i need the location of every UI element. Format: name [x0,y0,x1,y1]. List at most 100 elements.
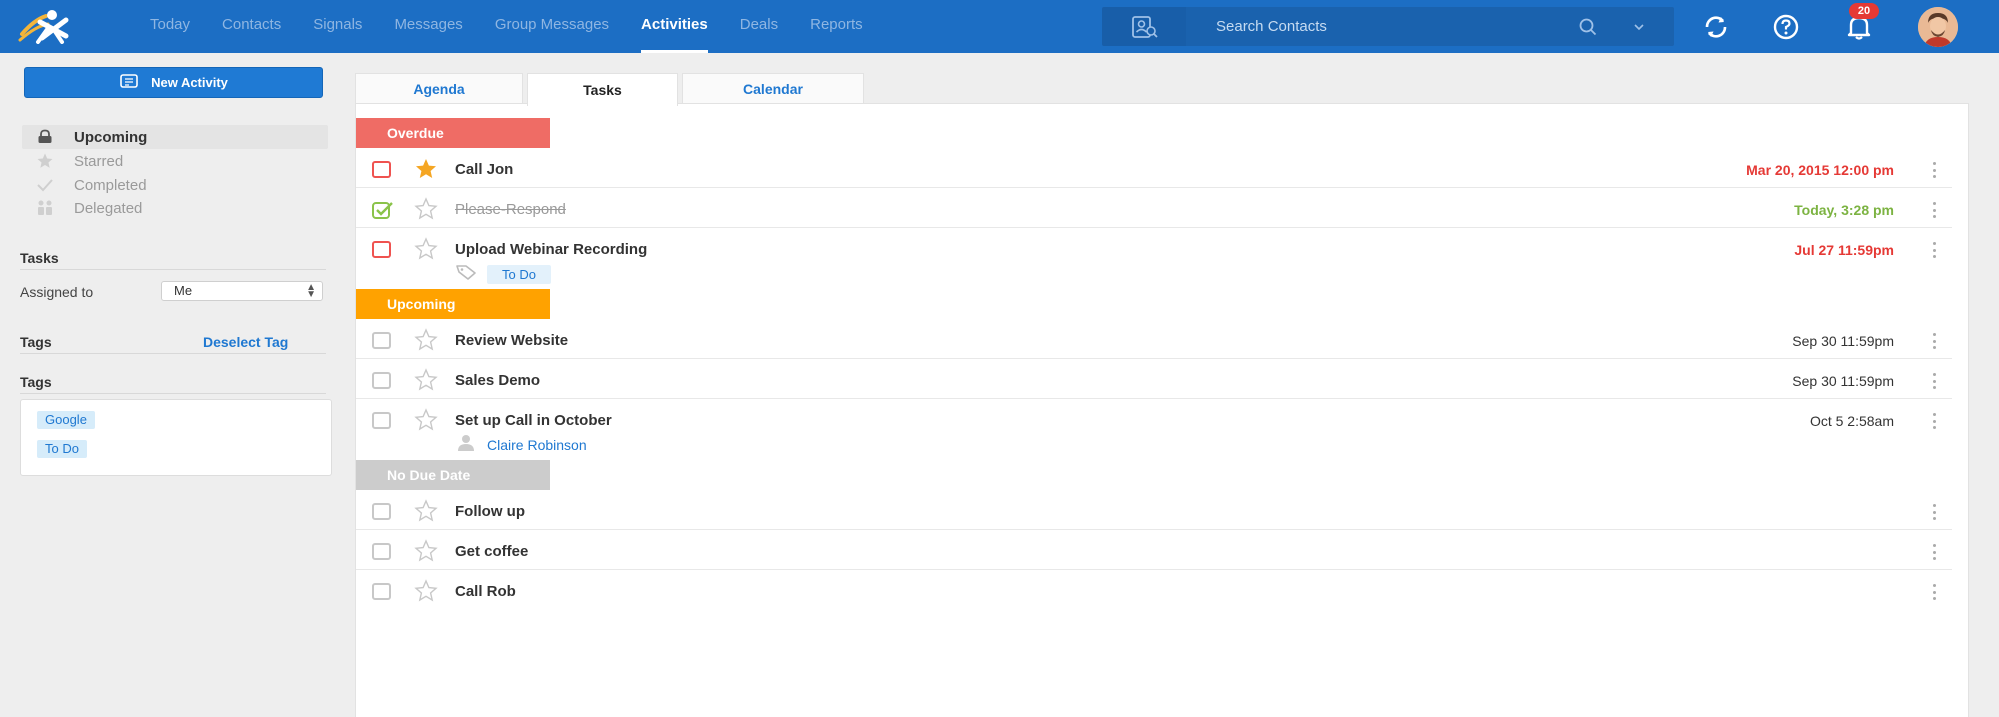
star-outline-icon[interactable] [414,328,438,352]
task-checkbox[interactable] [372,241,391,258]
chevron-down-icon[interactable] [1633,20,1645,38]
task-due-date: Oct 5 2:58am [1809,413,1894,429]
star-outline-icon[interactable] [414,197,438,221]
app-logo-icon[interactable] [18,8,76,44]
more-options-icon[interactable] [1930,542,1938,562]
task-tag-chip[interactable]: To Do [487,264,551,284]
tag-to-do[interactable]: To Do [37,440,87,458]
filter-label: Upcoming [74,128,148,146]
tab-calendar[interactable]: Calendar [682,73,864,104]
more-options-icon[interactable] [1930,331,1938,351]
group-overdue-header: Overdue [356,118,550,148]
tag-google[interactable]: Google [37,411,95,429]
star-outline-icon[interactable] [414,499,438,523]
star-outline-icon[interactable] [414,237,438,261]
star-outline-icon[interactable] [414,408,438,432]
filter-label: Starred [74,152,124,170]
filter-delegated[interactable]: Delegated [22,196,328,220]
new-activity-button[interactable]: New Activity [24,67,323,98]
tab-tasks[interactable]: Tasks [527,73,678,106]
nav-contacts[interactable]: Contacts [222,0,281,53]
nav-reports[interactable]: Reports [810,0,863,53]
task-title[interactable]: Upload Webinar Recording [455,241,647,258]
main-nav: Today Contacts Signals Messages Group Me… [150,0,895,53]
task-checkbox[interactable] [372,332,391,349]
more-options-icon[interactable] [1930,200,1938,220]
task-row[interactable]: Get coffee [356,530,1952,570]
task-checkbox[interactable] [372,412,391,429]
task-due-date: Today, 3:28 pm [1794,202,1894,218]
task-due-date: Jul 27 11:59pm [1794,242,1894,258]
assigned-to-value: Me [174,283,193,298]
task-title[interactable]: Sales Demo [455,372,540,389]
deselect-tag-link[interactable]: Deselect Tag [203,334,288,350]
assigned-to-select[interactable]: Me ▲ ▼ [161,281,323,301]
avatar[interactable] [1918,7,1958,47]
filter-label: Delegated [74,199,143,217]
task-checkbox[interactable] [372,161,391,178]
star-outline-icon[interactable] [414,368,438,392]
nav-activities[interactable]: Activities [641,0,708,53]
task-row[interactable]: Call Jon Mar 20, 2015 12:00 pm [356,148,1952,188]
task-title[interactable]: Set up Call in October [455,412,612,429]
task-title[interactable]: Please-Respond [455,201,566,218]
task-title[interactable]: Call Jon [455,161,513,178]
more-options-icon[interactable] [1930,582,1938,602]
task-tags: To Do [455,264,551,284]
task-row[interactable]: Review Website Sep 30 11:59pm [356,319,1952,359]
task-title[interactable]: Call Rob [455,583,516,600]
task-row[interactable]: Call Rob [356,570,1952,610]
task-contact: Claire Robinson [455,434,587,457]
nav-signals[interactable]: Signals [313,0,362,53]
task-row[interactable]: Set up Call in October Oct 5 2:58am Clai… [356,399,1952,459]
tag-list: Google To Do [20,399,332,476]
tab-agenda[interactable]: Agenda [355,73,523,104]
search-icon[interactable] [1579,18,1597,41]
nav-today[interactable]: Today [150,0,190,53]
nav-deals[interactable]: Deals [740,0,778,53]
notification-badge: 20 [1849,3,1879,19]
task-row[interactable]: Sales Demo Sep 30 11:59pm [356,359,1952,399]
star-filled-icon[interactable] [414,157,438,181]
contact-link[interactable]: Claire Robinson [487,437,587,453]
task-due-date: Mar 20, 2015 12:00 pm [1746,162,1894,178]
sync-icon[interactable] [1700,11,1732,43]
contact-card-icon[interactable] [1102,7,1186,46]
more-options-icon[interactable] [1930,371,1938,391]
filter-upcoming[interactable]: Upcoming [22,125,328,149]
person-icon [455,434,477,457]
new-activity-label: New Activity [151,75,228,90]
filter-completed[interactable]: Completed [22,173,328,197]
more-options-icon[interactable] [1930,240,1938,260]
task-due-date: Sep 30 11:59pm [1792,373,1894,389]
divider [20,353,326,354]
task-checkbox-checked[interactable] [372,201,393,219]
assigned-to-label: Assigned to [20,284,94,300]
task-title[interactable]: Get coffee [455,543,528,560]
help-icon[interactable] [1770,11,1802,43]
more-options-icon[interactable] [1930,160,1938,180]
task-title[interactable]: Review Website [455,332,568,349]
filter-starred[interactable]: Starred [22,149,328,173]
nav-messages[interactable]: Messages [394,0,462,53]
more-options-icon[interactable] [1930,411,1938,431]
task-row[interactable]: Follow up [356,490,1952,530]
task-title[interactable]: Follow up [455,503,525,520]
nav-group-messages[interactable]: Group Messages [495,0,609,53]
search-input[interactable] [1216,7,1556,46]
task-due-date: Sep 30 11:59pm [1792,333,1894,349]
task-checkbox[interactable] [372,503,391,520]
tasks-heading: Tasks [20,250,59,266]
task-checkbox[interactable] [372,372,391,389]
more-options-icon[interactable] [1930,502,1938,522]
divider [20,393,326,394]
people-icon [30,198,60,218]
star-outline-icon[interactable] [414,579,438,603]
star-outline-icon[interactable] [414,539,438,563]
filter-label: Completed [74,176,147,194]
search-bar [1186,7,1674,46]
task-row[interactable]: Please-Respond Today, 3:28 pm [356,188,1952,228]
task-checkbox[interactable] [372,543,391,560]
task-checkbox[interactable] [372,583,391,600]
task-row[interactable]: Upload Webinar Recording Jul 27 11:59pm … [356,228,1952,288]
